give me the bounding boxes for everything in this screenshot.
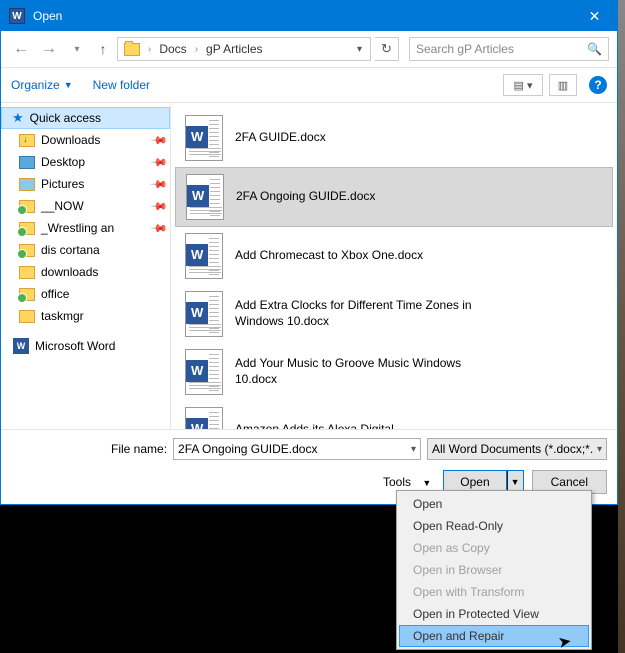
- sidebar-item-word[interactable]: W Microsoft Word: [1, 335, 170, 357]
- chevron-right-icon: ›: [195, 44, 198, 55]
- folder-icon: [19, 200, 35, 213]
- dropdown-item[interactable]: Open and Repair: [399, 625, 589, 647]
- up-button[interactable]: ↑: [93, 37, 113, 61]
- file-type-filter[interactable]: All Word Documents (*.docx;*. ▾: [427, 438, 607, 460]
- file-name: Add Chromecast to Xbox One.docx: [235, 248, 423, 264]
- search-icon: 🔍: [587, 42, 602, 56]
- pin-icon: 📌: [150, 153, 169, 172]
- view-mode-button[interactable]: ▤ ▾: [503, 74, 543, 96]
- folder-icon: [19, 134, 35, 147]
- filename-input[interactable]: 2FA Ongoing GUIDE.docx ▾: [173, 438, 421, 460]
- word-app-icon: W: [9, 8, 25, 24]
- back-button[interactable]: ←: [9, 37, 33, 61]
- sidebar-item-label: downloads: [41, 265, 98, 279]
- search-input[interactable]: Search gP Articles 🔍: [409, 37, 609, 61]
- folder-icon: [124, 43, 140, 56]
- file-name: 2FA GUIDE.docx: [235, 130, 326, 146]
- sidebar-item[interactable]: Pictures 📌: [1, 173, 170, 195]
- chevron-down-icon[interactable]: ▾: [351, 44, 368, 55]
- sidebar-quick-access[interactable]: ★ Quick access: [1, 107, 170, 129]
- file-item[interactable]: Add Your Music to Groove Music Windows 1…: [175, 343, 613, 401]
- folder-icon: [19, 244, 35, 257]
- file-item[interactable]: 2FA Ongoing GUIDE.docx: [175, 167, 613, 227]
- file-item[interactable]: Add Extra Clocks for Different Time Zone…: [175, 285, 613, 343]
- dropdown-item[interactable]: Open: [399, 493, 589, 515]
- pin-icon: 📌: [150, 219, 169, 238]
- pin-icon: 📌: [150, 197, 169, 216]
- forward-button: →: [37, 37, 61, 61]
- titlebar: W Open ✕: [1, 1, 617, 31]
- pin-icon: 📌: [150, 175, 169, 194]
- folder-icon: [19, 266, 35, 279]
- tools-button[interactable]: Tools ▼: [383, 475, 431, 489]
- sidebar-item[interactable]: Downloads 📌: [1, 129, 170, 151]
- close-button[interactable]: ✕: [572, 1, 617, 31]
- preview-pane-button[interactable]: ▥: [549, 74, 577, 96]
- sidebar-item-label: dis cortana: [41, 243, 100, 257]
- sidebar-item-label: taskmgr: [41, 309, 84, 323]
- sidebar-item[interactable]: Desktop 📌: [1, 151, 170, 173]
- dropdown-item[interactable]: Open in Protected View: [399, 603, 589, 625]
- sidebar-item-label: Desktop: [41, 155, 85, 169]
- sidebar-item[interactable]: dis cortana: [1, 239, 170, 261]
- new-folder-button[interactable]: New folder: [93, 78, 150, 92]
- history-dropdown[interactable]: ▾: [65, 37, 89, 61]
- file-list: 2FA GUIDE.docx 2FA Ongoing GUIDE.docx Add …: [171, 103, 617, 429]
- file-item[interactable]: 2FA GUIDE.docx: [175, 109, 613, 167]
- chevron-down-icon[interactable]: ▾: [411, 444, 416, 455]
- folder-icon: [19, 222, 35, 235]
- file-name: 2FA Ongoing GUIDE.docx: [236, 189, 375, 205]
- sidebar-item-label: office: [41, 287, 69, 301]
- chevron-right-icon: ›: [148, 44, 151, 55]
- word-icon: W: [13, 338, 29, 354]
- open-dialog: W Open ✕ ← → ▾ ↑ › Docs › gP Articles ▾ …: [0, 0, 618, 505]
- dropdown-item: Open in Browser: [399, 559, 589, 581]
- breadcrumb-seg[interactable]: gP Articles: [202, 40, 266, 58]
- breadcrumb-seg[interactable]: Docs: [155, 40, 190, 58]
- file-name: Add Extra Clocks for Different Time Zone…: [235, 298, 475, 329]
- help-icon[interactable]: ?: [589, 76, 607, 94]
- folder-icon: [19, 156, 35, 169]
- sidebar-item-label: Downloads: [41, 133, 100, 147]
- address-bar[interactable]: › Docs › gP Articles ▾: [117, 37, 371, 61]
- open-dropdown-menu: OpenOpen Read-OnlyOpen as CopyOpen in Br…: [396, 490, 592, 650]
- sidebar-item-label: __NOW: [41, 199, 84, 213]
- organize-button[interactable]: Organize ▼: [11, 78, 73, 92]
- sidebar-item-label: _Wrestling an: [41, 221, 114, 235]
- window-title: Open: [33, 9, 572, 23]
- word-doc-icon: [185, 115, 223, 161]
- sidebar-item[interactable]: office: [1, 283, 170, 305]
- star-icon: ★: [12, 110, 24, 126]
- dropdown-item: Open with Transform: [399, 581, 589, 603]
- file-name: Add Your Music to Groove Music Windows 1…: [235, 356, 475, 387]
- filename-label: File name:: [111, 442, 167, 456]
- file-item[interactable]: Add Chromecast to Xbox One.docx: [175, 227, 613, 285]
- word-doc-icon: [185, 349, 223, 395]
- word-doc-icon: [185, 233, 223, 279]
- dropdown-item: Open as Copy: [399, 537, 589, 559]
- folder-icon: [19, 178, 35, 191]
- sidebar-item[interactable]: downloads: [1, 261, 170, 283]
- file-name: Amazon Adds its Alexa Digital: [235, 422, 394, 429]
- toolbar: Organize ▼ New folder ▤ ▾ ▥ ?: [1, 67, 617, 103]
- refresh-button[interactable]: ↻: [375, 37, 399, 61]
- sidebar-item[interactable]: __NOW 📌: [1, 195, 170, 217]
- word-doc-icon: [186, 174, 224, 220]
- chevron-down-icon: ▼: [64, 80, 73, 90]
- sidebar-item-label: Pictures: [41, 177, 84, 191]
- file-item[interactable]: Amazon Adds its Alexa Digital: [175, 401, 613, 429]
- nav-row: ← → ▾ ↑ › Docs › gP Articles ▾ ↻ Search …: [1, 31, 617, 67]
- sidebar-item[interactable]: _Wrestling an 📌: [1, 217, 170, 239]
- sidebar: ★ Quick access Downloads📌Desktop📌Picture…: [1, 103, 171, 429]
- pin-icon: 📌: [150, 131, 169, 150]
- chevron-down-icon: ▼: [422, 478, 431, 488]
- search-placeholder: Search gP Articles: [416, 42, 514, 56]
- chevron-down-icon: ▾: [597, 444, 602, 455]
- folder-icon: [19, 288, 35, 301]
- word-doc-icon: [185, 291, 223, 337]
- dropdown-item[interactable]: Open Read-Only: [399, 515, 589, 537]
- folder-icon: [19, 310, 35, 323]
- sidebar-item[interactable]: taskmgr: [1, 305, 170, 327]
- word-doc-icon: [185, 407, 223, 429]
